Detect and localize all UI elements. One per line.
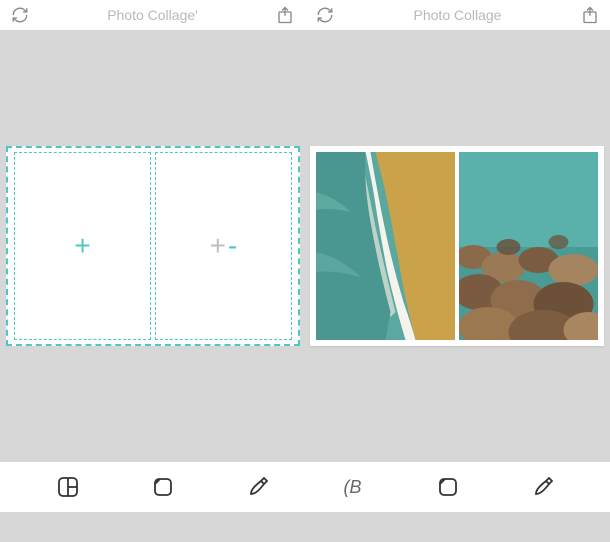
bottom-spacer [0,512,610,542]
layout-icon [56,475,80,499]
edit-button[interactable] [238,467,278,507]
layout-button[interactable] [48,467,88,507]
bottom-toolbar: (B [0,462,610,512]
border-icon [151,475,175,499]
share-button-right[interactable] [578,3,602,27]
workspace: + + [0,30,610,462]
page-title-left: Photo Collage' [107,7,198,23]
top-header: Photo Collage' Photo Collage [0,0,610,30]
share-button-left[interactable] [273,3,297,27]
middle-label: (B [344,477,362,498]
border-button-2[interactable] [428,467,468,507]
filled-collage-panel[interactable] [310,146,604,346]
page-title-right: Photo Collage [414,7,502,23]
add-icon: + [74,230,90,262]
rocks-photo [459,152,598,340]
refresh-icon [316,6,334,24]
border-icon [436,475,460,499]
header-right: Photo Collage [305,0,610,30]
add-icon: + [210,230,238,262]
photo-slot-1[interactable] [316,152,455,340]
middle-label-button[interactable]: (B [333,467,373,507]
beach-photo [316,152,455,340]
header-left: Photo Collage' [0,0,305,30]
edit-icon [246,475,270,499]
edit-icon [531,475,555,499]
empty-slot-2[interactable]: + [155,152,292,340]
refresh-button-left[interactable] [8,3,32,27]
edit-button-2[interactable] [523,467,563,507]
refresh-button-right[interactable] [313,3,337,27]
share-icon [581,6,599,24]
photo-slot-2[interactable] [459,152,598,340]
refresh-icon [11,6,29,24]
border-button[interactable] [143,467,183,507]
share-icon [276,6,294,24]
empty-collage-panel[interactable]: + + [6,146,300,346]
empty-slot-1[interactable]: + [14,152,151,340]
